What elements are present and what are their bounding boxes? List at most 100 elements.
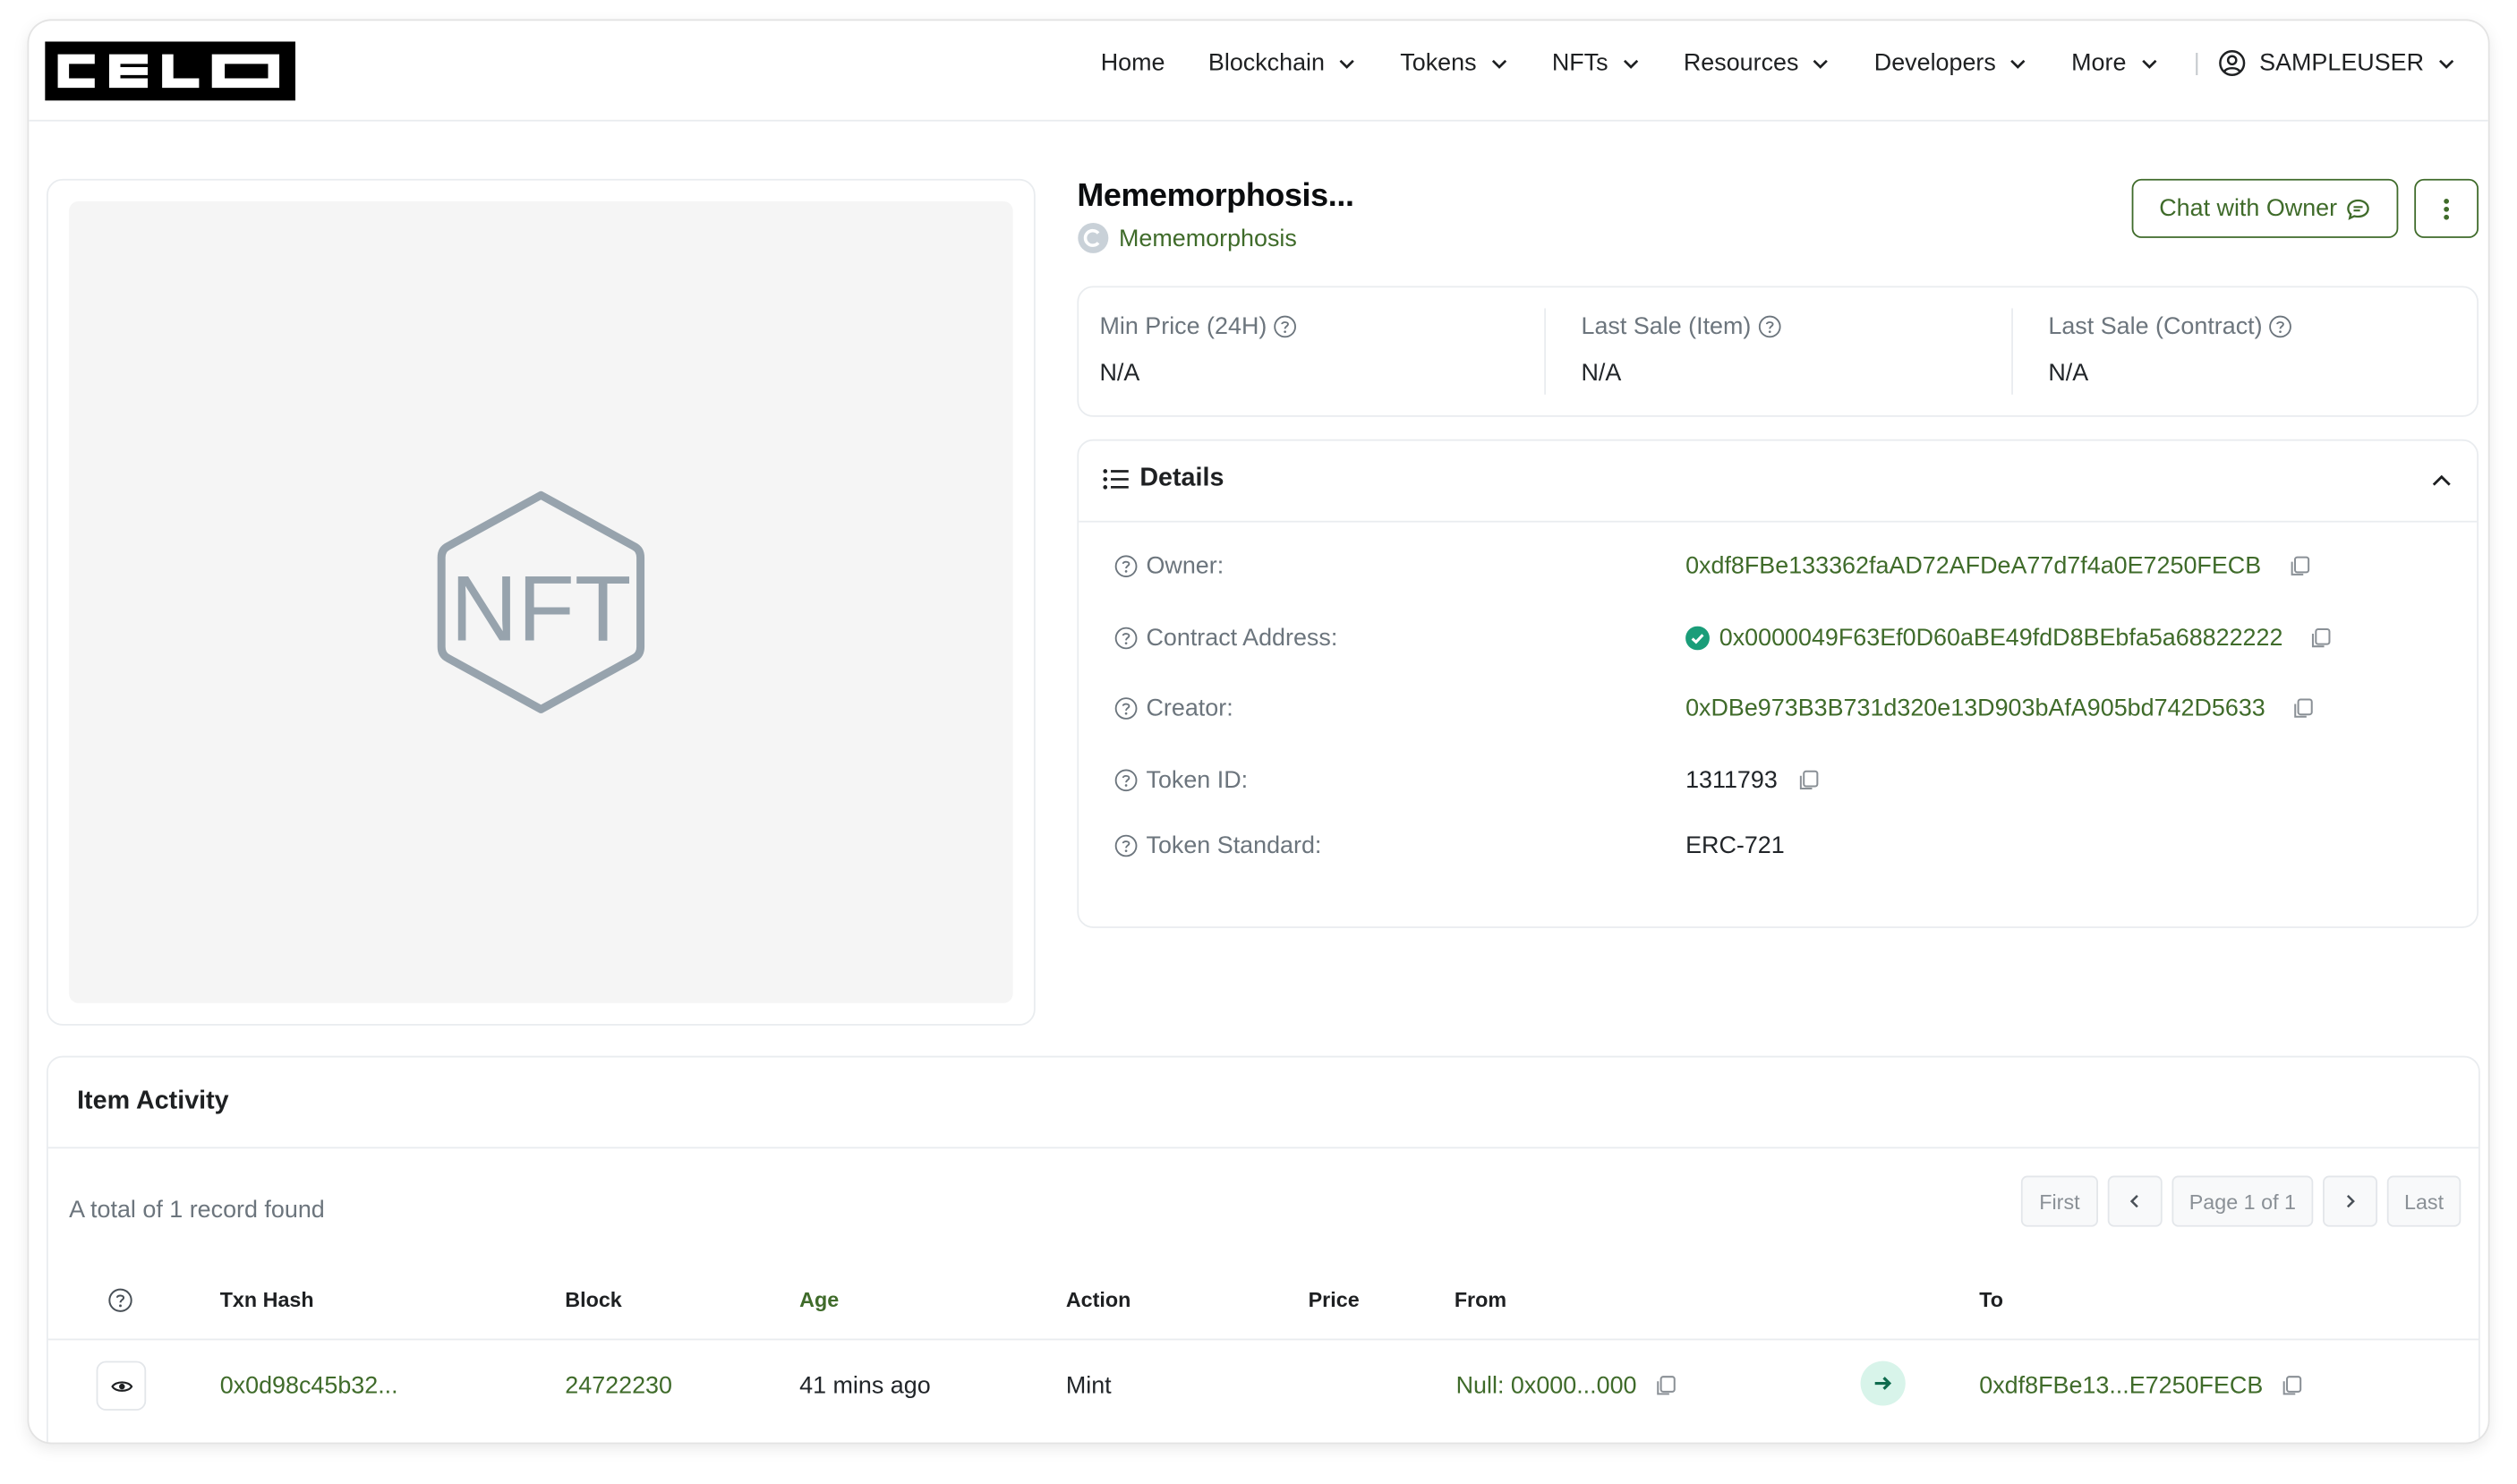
stat-value: N/A: [2048, 359, 2089, 387]
item-activity-panel: Item Activity A total of 1 record found …: [47, 1055, 2480, 1443]
arrow-right-icon: [1874, 1377, 1892, 1390]
view-details-button[interactable]: [96, 1360, 147, 1411]
last-page-button[interactable]: Last: [2386, 1175, 2462, 1227]
copy-icon[interactable]: [2308, 627, 2333, 651]
stat-label: Min Price (24H): [1099, 313, 1297, 340]
nft-image-card: NFT: [47, 178, 1036, 1026]
nav-more[interactable]: More: [2071, 49, 2158, 77]
item-activity-header: Item Activity: [47, 1057, 2479, 1149]
chat-with-owner-label: Chat with Owner: [2159, 194, 2338, 223]
question-circle-icon[interactable]: [1114, 554, 1139, 578]
nav-more-label: More: [2071, 49, 2127, 77]
token-standard-value: ERC-721: [1685, 832, 1785, 860]
column-to: To: [1979, 1287, 2004, 1312]
nav-resources-label: Resources: [1683, 49, 1799, 77]
nav-tokens-label: Tokens: [1400, 49, 1477, 77]
next-page-button[interactable]: [2323, 1175, 2378, 1227]
chevron-up-icon[interactable]: [2428, 468, 2454, 494]
chevron-down-icon: [2439, 58, 2454, 68]
detail-row-creator: Creator: 0xDBe973B3B731d320e13D903bAfA90…: [1114, 695, 2462, 729]
nav-home-label: Home: [1100, 49, 1165, 77]
column-price: Price: [1308, 1287, 1360, 1312]
column-block: Block: [565, 1287, 622, 1312]
detail-label: Token Standard:: [1114, 832, 1321, 859]
chevron-down-icon: [1339, 58, 1355, 68]
txn-hash-link[interactable]: 0x0d98c45b32...: [220, 1372, 398, 1399]
column-age-toggle[interactable]: Age: [799, 1287, 839, 1311]
collection-link[interactable]: Mememorphosis: [1077, 222, 1297, 254]
to-address-link[interactable]: 0xdf8FBe13...E7250FECB: [1979, 1372, 2303, 1399]
verified-check-icon: [1685, 626, 1710, 651]
copy-icon[interactable]: [2291, 696, 2315, 721]
first-page-button[interactable]: First: [2020, 1175, 2098, 1227]
detail-row-token-standard: Token Standard: ERC-721: [1114, 832, 2462, 867]
user-menu[interactable]: SAMPLEUSER: [2219, 49, 2456, 77]
nav-tokens[interactable]: Tokens: [1400, 49, 1508, 77]
detail-row-owner: Owner: 0xdf8FBe133362faAD72AFDeA77d7f4a0…: [1114, 553, 2462, 588]
stat-value: N/A: [1099, 359, 1140, 387]
divider: [47, 1338, 2479, 1341]
user-name: SAMPLEUSER: [2259, 49, 2425, 77]
nav-nfts-label: NFTs: [1551, 49, 1608, 77]
copy-icon[interactable]: [2287, 554, 2311, 578]
nav-blockchain[interactable]: Blockchain: [1207, 49, 1357, 77]
nft-image[interactable]: NFT: [69, 200, 1013, 1003]
age-value: 41 mins ago: [799, 1372, 931, 1400]
nav-developers[interactable]: Developers: [1873, 49, 2028, 77]
nav-developers-label: Developers: [1873, 49, 1996, 77]
from-address-link[interactable]: Null: 0x000...000: [1456, 1372, 1677, 1399]
chevron-down-icon: [1623, 58, 1638, 68]
svg-text:NFT: NFT: [450, 557, 631, 661]
copy-icon[interactable]: [1796, 768, 1821, 792]
nav-separator: |: [2193, 49, 2200, 77]
detail-label: Owner:: [1114, 553, 1224, 580]
block-link[interactable]: 24722230: [565, 1372, 672, 1399]
nft-title: Mememorphosis...: [1077, 178, 1354, 215]
stat-label: Last Sale (Contract): [2048, 313, 2292, 340]
chevron-down-icon: [1491, 58, 1506, 68]
action-value: Mint: [1065, 1372, 1112, 1400]
chevron-down-icon: [2010, 58, 2026, 68]
question-circle-icon[interactable]: [2269, 315, 2293, 339]
divider: [1544, 308, 1547, 395]
contract-address-link[interactable]: 0x0000049F63Ef0D60aBE49fdD8BEbfa5a688222…: [1685, 625, 2333, 652]
details-panel: Details Owner: 0xdf8FBe133362faAD72AFDeA…: [1077, 439, 2479, 928]
detail-label: Creator:: [1114, 695, 1233, 722]
details-header[interactable]: Details: [1079, 441, 2478, 523]
copy-icon[interactable]: [1652, 1374, 1677, 1398]
question-circle-icon[interactable]: [1274, 315, 1298, 339]
question-circle-icon[interactable]: [1114, 834, 1139, 858]
price-stats: Min Price (24H) N/A Last Sale (Item) N/A…: [1077, 286, 2479, 417]
more-options-button[interactable]: [2414, 178, 2479, 238]
question-circle-icon[interactable]: [1758, 315, 1782, 339]
question-circle-icon[interactable]: [1114, 768, 1139, 792]
question-circle-icon[interactable]: [1114, 696, 1139, 721]
chat-with-owner-button[interactable]: Chat with Owner: [2131, 178, 2399, 238]
page-indicator: Page 1 of 1: [2171, 1175, 2314, 1227]
nav-resources[interactable]: Resources: [1683, 49, 1830, 77]
collection-name: Mememorphosis: [1118, 224, 1297, 252]
copy-icon[interactable]: [2279, 1374, 2303, 1398]
nav-home[interactable]: Home: [1101, 49, 1165, 76]
creator-address-link[interactable]: 0xDBe973B3B731d320e13D903bAfA905bd742D56…: [1685, 695, 2315, 722]
token-id-value: 1311793: [1685, 767, 1821, 794]
owner-address-link[interactable]: 0xdf8FBe133362faAD72AFDeA77d7f4a0E7250FE…: [1685, 553, 2311, 580]
stat-value: N/A: [1581, 359, 1622, 387]
chevron-down-icon: [1813, 58, 1829, 68]
stat-label: Last Sale (Item): [1581, 313, 1781, 340]
collection-logo-icon: [1078, 222, 1109, 253]
nav-blockchain-label: Blockchain: [1207, 49, 1326, 77]
chat-bubble-icon: [2347, 198, 2369, 219]
records-count: A total of 1 record found: [69, 1196, 325, 1224]
detail-label: Token ID:: [1114, 767, 1248, 794]
vertical-ellipsis-icon: [2444, 198, 2450, 219]
nav-nfts[interactable]: NFTs: [1551, 49, 1641, 77]
question-circle-icon[interactable]: [107, 1287, 133, 1313]
detail-row-token-id: Token ID: 1311793: [1114, 767, 2462, 802]
column-from: From: [1454, 1287, 1507, 1312]
celo-logo[interactable]: [45, 41, 295, 101]
site-header: Home Blockchain Tokens NFTs Resources De…: [29, 21, 2488, 122]
prev-page-button[interactable]: [2107, 1175, 2163, 1227]
divider: [2011, 308, 2013, 395]
question-circle-icon[interactable]: [1114, 627, 1139, 651]
